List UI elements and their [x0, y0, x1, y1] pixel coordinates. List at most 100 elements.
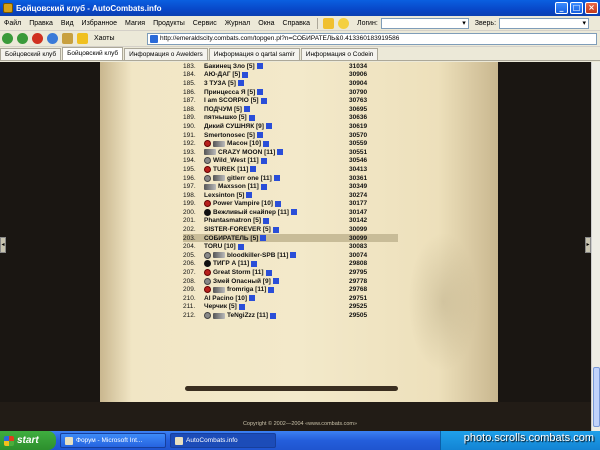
- clan-emblem-icon[interactable]: [213, 312, 225, 319]
- menu-favorites[interactable]: Избранное: [78, 20, 121, 27]
- refresh-icon[interactable]: [47, 33, 58, 44]
- clan-emblem-icon[interactable]: [213, 175, 225, 182]
- player-name[interactable]: СОБИРАТЕЛЬ [5]: [204, 235, 258, 242]
- player-name[interactable]: CRAZY MOON [11]: [218, 149, 275, 156]
- maximize-button[interactable]: □: [570, 2, 583, 14]
- player-info-icon[interactable]: [248, 114, 255, 121]
- tab-info-awelders[interactable]: Информация о Awelders: [124, 48, 208, 60]
- player-info-icon[interactable]: [243, 106, 250, 113]
- player-info-icon[interactable]: [268, 286, 275, 293]
- player-name[interactable]: TUREK [11]: [213, 166, 248, 173]
- player-info-icon[interactable]: [272, 226, 279, 233]
- clan-emblem-icon[interactable]: [204, 269, 211, 277]
- tab-info-qartal-samir[interactable]: Информация о qartal samir: [208, 48, 300, 60]
- menu-products[interactable]: Продукты: [149, 20, 189, 27]
- player-name[interactable]: Maxsson [11]: [218, 183, 259, 190]
- player-info-icon[interactable]: [260, 97, 267, 104]
- clan-emblem-icon[interactable]: [204, 251, 211, 259]
- player-info-icon[interactable]: [265, 123, 272, 130]
- player-info-icon[interactable]: [263, 217, 270, 224]
- player-name[interactable]: пятнышко [5]: [204, 114, 247, 121]
- player-info-icon[interactable]: [237, 243, 244, 250]
- taskbar-item-autocombats[interactable]: AutoCombats.info: [170, 433, 276, 448]
- player-name[interactable]: TeNgiZzz [11]: [227, 312, 268, 319]
- login-select[interactable]: ▾: [380, 17, 469, 29]
- clan-emblem-icon[interactable]: [204, 200, 211, 208]
- clan-emblem-icon[interactable]: [204, 174, 211, 182]
- menu-help[interactable]: Справка: [279, 20, 314, 27]
- player-info-icon[interactable]: [250, 166, 257, 173]
- player-name[interactable]: Power Vampire [10]: [213, 200, 273, 207]
- clan-emblem-icon[interactable]: [204, 286, 211, 294]
- player-info-icon[interactable]: [251, 260, 258, 267]
- player-name[interactable]: SISTER-FOREVER [5]: [204, 226, 271, 233]
- player-name[interactable]: Smertonosec [5]: [204, 132, 255, 139]
- home-icon[interactable]: [62, 33, 73, 44]
- player-name[interactable]: gitlerr one [11]: [227, 175, 272, 182]
- scrollbar-thumb[interactable]: [593, 367, 600, 427]
- player-name[interactable]: Масон [10]: [227, 140, 261, 147]
- menu-magic[interactable]: Магия: [121, 20, 149, 27]
- player-name[interactable]: Phantasmatron [5]: [204, 217, 261, 224]
- menu-service[interactable]: Сервис: [189, 20, 221, 27]
- player-name[interactable]: TORU [10]: [204, 243, 236, 250]
- player-info-icon[interactable]: [260, 157, 267, 164]
- player-name[interactable]: АЮ-ДАГ [5]: [204, 71, 240, 78]
- clan-emblem-icon[interactable]: [204, 165, 211, 173]
- player-info-icon[interactable]: [237, 80, 244, 87]
- player-info-icon[interactable]: [260, 235, 267, 242]
- smiley-icon[interactable]: [338, 17, 350, 29]
- player-info-icon[interactable]: [256, 63, 263, 70]
- windows-flag-icon[interactable]: [323, 17, 335, 29]
- player-info-icon[interactable]: [277, 149, 284, 156]
- clan-emblem-icon[interactable]: [204, 260, 211, 268]
- player-info-icon[interactable]: [246, 192, 253, 199]
- vertical-scrollbar[interactable]: [591, 62, 600, 431]
- bookmarks-star-icon[interactable]: [77, 33, 88, 44]
- player-info-icon[interactable]: [260, 183, 267, 190]
- player-name[interactable]: Вежливый снайпер [11]: [213, 209, 289, 216]
- menu-windows[interactable]: Окна: [254, 20, 278, 27]
- clan-emblem-icon[interactable]: [204, 140, 211, 148]
- player-name[interactable]: Al Pacino [10]: [204, 295, 247, 302]
- player-name[interactable]: Черчик [5]: [204, 303, 237, 310]
- player-info-icon[interactable]: [263, 140, 269, 147]
- player-name[interactable]: Lexsinton [5]: [204, 192, 244, 199]
- menu-edit[interactable]: Правка: [25, 20, 57, 27]
- player-name[interactable]: Wild_West [11]: [213, 157, 259, 164]
- clan-emblem-icon[interactable]: [204, 312, 211, 320]
- player-name[interactable]: ТИГР А [11]: [213, 260, 249, 267]
- left-frame-arrow-icon[interactable]: ◂: [0, 237, 6, 253]
- player-name[interactable]: Great Storm [11]: [213, 269, 264, 276]
- player-name[interactable]: fromriga [11]: [227, 286, 266, 293]
- start-button[interactable]: start: [0, 431, 56, 450]
- player-info-icon[interactable]: [248, 295, 255, 302]
- pet-select[interactable]: ▾: [499, 17, 590, 29]
- clan-emblem-icon[interactable]: [213, 286, 225, 293]
- menu-view[interactable]: Вид: [57, 20, 78, 27]
- clan-emblem-icon[interactable]: [204, 208, 211, 216]
- clan-emblem-icon[interactable]: [204, 149, 216, 156]
- forward-arrow-icon[interactable]: [17, 33, 28, 44]
- tab-fight-club-1[interactable]: Бойцовский клуб: [0, 48, 62, 60]
- tab-fight-club-2[interactable]: Бойцовский клуб: [62, 47, 124, 60]
- player-info-icon[interactable]: [273, 175, 280, 182]
- player-info-icon[interactable]: [272, 278, 279, 285]
- player-info-icon[interactable]: [265, 269, 272, 276]
- player-name[interactable]: I am SCORPIO [5]: [204, 97, 259, 104]
- taskbar-item-forum[interactable]: Форум - Microsoft Int...: [60, 433, 166, 448]
- player-info-icon[interactable]: [290, 209, 297, 216]
- menu-file[interactable]: Файл: [0, 20, 25, 27]
- bookmarks-button[interactable]: Хаоты: [90, 35, 119, 42]
- back-arrow-icon[interactable]: [2, 33, 13, 44]
- player-name[interactable]: Змей Опасный [9]: [213, 278, 271, 285]
- player-name[interactable]: Дикий СУШНЯК [9]: [204, 123, 264, 130]
- player-name[interactable]: ПОДЧУМ [5]: [204, 106, 242, 113]
- tab-info-codein[interactable]: Информация о Codein: [300, 48, 379, 60]
- player-info-icon[interactable]: [238, 303, 245, 310]
- menu-journal[interactable]: Журнал: [221, 20, 255, 27]
- address-bar[interactable]: http://emeraldscity.combats.com/topgen.p…: [147, 33, 597, 45]
- player-name[interactable]: bloodkiller-SPB [11]: [227, 252, 288, 259]
- clan-emblem-icon[interactable]: [213, 252, 225, 259]
- close-button[interactable]: ×: [585, 2, 598, 14]
